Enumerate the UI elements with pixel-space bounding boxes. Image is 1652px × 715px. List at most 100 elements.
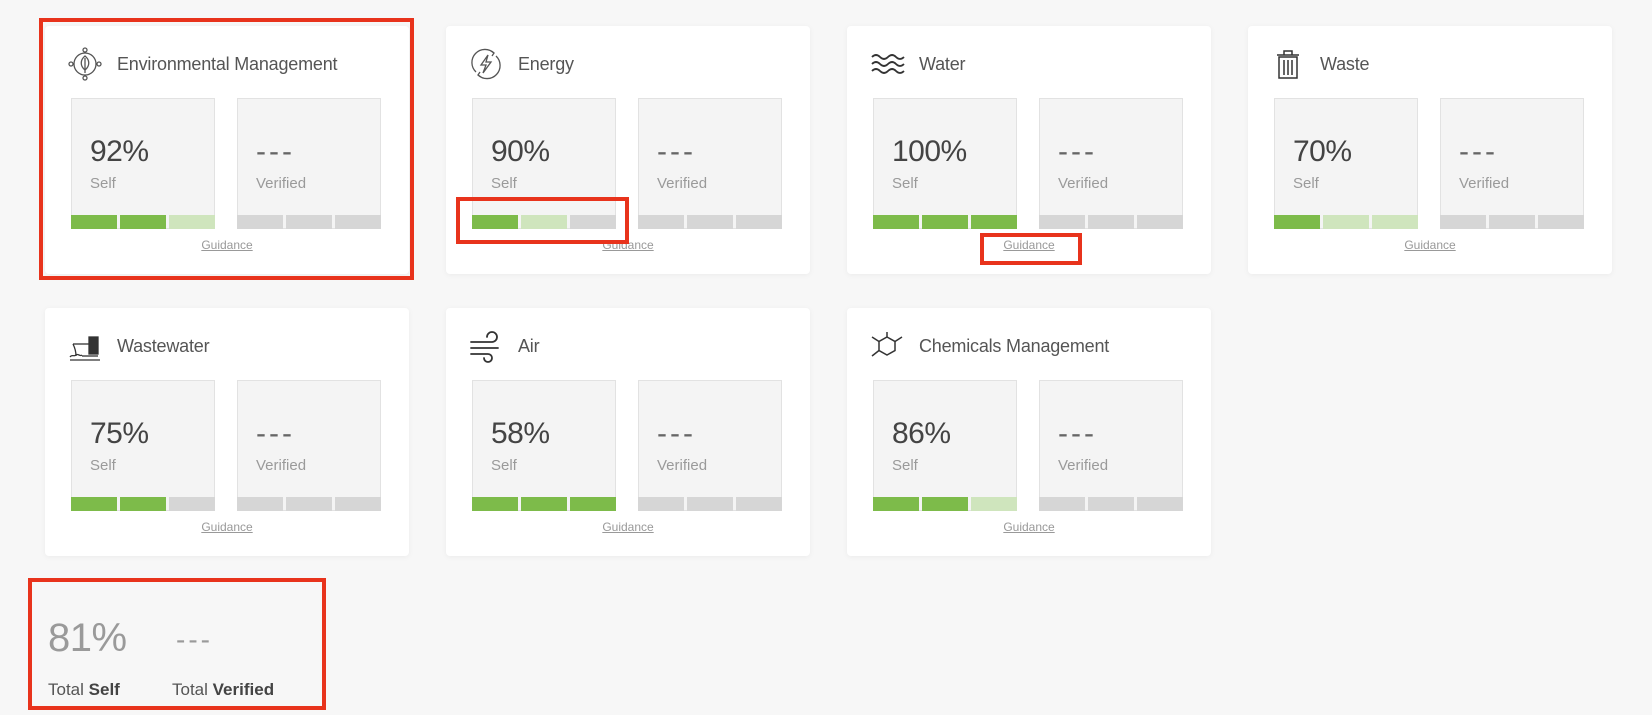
totals-summary: 81% --- Total Self Total Verified xyxy=(48,608,308,708)
verified-score-value: --- xyxy=(1058,417,1097,450)
card-title: Waste xyxy=(1320,53,1370,74)
module-card-environmental-management: Environmental Management 92% Self --- Ve… xyxy=(45,26,409,274)
verified-score-label: Verified xyxy=(657,457,708,474)
progress-segment-full xyxy=(71,497,117,511)
modules-dashboard: Environmental Management 92% Self --- Ve… xyxy=(0,0,1652,715)
progress-segment-full xyxy=(120,215,166,229)
air-icon xyxy=(466,326,506,366)
progress-segment-full xyxy=(971,215,1017,229)
guidance-link[interactable]: Guidance xyxy=(45,520,409,534)
progress-segment-empty xyxy=(1039,215,1085,229)
progress-segment-full xyxy=(922,497,968,511)
guidance-link[interactable]: Guidance xyxy=(446,238,810,252)
guidance-link[interactable]: Guidance xyxy=(45,238,409,252)
progress-segment-partial xyxy=(1372,215,1418,229)
total-self-value: 81% xyxy=(48,616,127,660)
card-title: Wastewater xyxy=(117,335,210,356)
verified-score-box: --- Verified xyxy=(638,98,782,229)
card-header: Air xyxy=(466,326,540,366)
verified-progress-segments xyxy=(638,497,782,511)
total-self-label: Total Self xyxy=(48,680,120,700)
card-header: Wastewater xyxy=(65,326,210,366)
self-score-value: 75% xyxy=(90,417,149,450)
verified-progress-segments xyxy=(638,215,782,229)
verified-score-label: Verified xyxy=(657,175,708,192)
progress-segment-empty xyxy=(1538,215,1584,229)
self-score-value: 90% xyxy=(491,135,550,168)
progress-segment-empty xyxy=(286,215,332,229)
verified-score-box: --- Verified xyxy=(237,98,381,229)
verified-score-box: --- Verified xyxy=(1039,98,1183,229)
self-score-label: Self xyxy=(90,175,116,192)
card-header: Water xyxy=(867,44,966,84)
verified-score-label: Verified xyxy=(1058,175,1109,192)
progress-segment-empty xyxy=(1088,497,1134,511)
verified-score-label: Verified xyxy=(1058,457,1109,474)
progress-segment-empty xyxy=(638,497,684,511)
self-score-box: 70% Self xyxy=(1274,98,1418,229)
card-header: Energy xyxy=(466,44,574,84)
progress-segment-partial xyxy=(169,215,215,229)
self-progress-segments xyxy=(71,497,215,511)
verified-score-label: Verified xyxy=(1459,175,1510,192)
progress-segment-empty xyxy=(237,497,283,511)
self-score-label: Self xyxy=(90,457,116,474)
self-score-label: Self xyxy=(491,175,517,192)
self-progress-segments xyxy=(71,215,215,229)
progress-segment-empty xyxy=(1088,215,1134,229)
verified-score-value: --- xyxy=(256,135,295,168)
self-score-box: 86% Self xyxy=(873,380,1017,511)
verified-score-box: --- Verified xyxy=(638,380,782,511)
guidance-link[interactable]: Guidance xyxy=(1248,238,1612,252)
waste-icon xyxy=(1268,44,1308,84)
progress-segment-empty xyxy=(1137,215,1183,229)
self-score-box: 90% Self xyxy=(472,98,616,229)
progress-segment-empty xyxy=(169,497,215,511)
progress-segment-partial xyxy=(1323,215,1369,229)
module-card-waste: Waste 70% Self --- Verified Guidance xyxy=(1248,26,1612,274)
self-progress-segments xyxy=(1274,215,1418,229)
energy-icon xyxy=(466,44,506,84)
card-header: Chemicals Management xyxy=(867,326,1109,366)
water-icon xyxy=(867,44,907,84)
progress-segment-empty xyxy=(1440,215,1486,229)
module-card-air: Air 58% Self --- Verified Guidance xyxy=(446,308,810,556)
verified-progress-segments xyxy=(1440,215,1584,229)
self-score-value: 92% xyxy=(90,135,149,168)
progress-segment-empty xyxy=(687,215,733,229)
progress-segment-full xyxy=(1274,215,1320,229)
progress-segment-full xyxy=(570,497,616,511)
module-card-chemicals-management: Chemicals Management 86% Self --- Verifi… xyxy=(847,308,1211,556)
self-progress-segments xyxy=(873,215,1017,229)
module-card-wastewater: Wastewater 75% Self --- Verified Guidanc… xyxy=(45,308,409,556)
self-score-label: Self xyxy=(892,457,918,474)
progress-segment-empty xyxy=(1137,497,1183,511)
progress-segment-empty xyxy=(736,497,782,511)
guidance-link[interactable]: Guidance xyxy=(847,238,1211,252)
verified-score-value: --- xyxy=(657,417,696,450)
verified-progress-segments xyxy=(237,215,381,229)
module-card-energy: Energy 90% Self --- Verified Guidance xyxy=(446,26,810,274)
self-score-box: 58% Self xyxy=(472,380,616,511)
card-title: Chemicals Management xyxy=(919,335,1110,356)
self-score-label: Self xyxy=(892,175,918,192)
progress-segment-empty xyxy=(237,215,283,229)
verified-score-value: --- xyxy=(1058,135,1097,168)
progress-segment-full xyxy=(71,215,117,229)
self-score-value: 58% xyxy=(491,417,550,450)
progress-segment-empty xyxy=(638,215,684,229)
progress-segment-full xyxy=(873,215,919,229)
progress-segment-full xyxy=(472,215,518,229)
progress-segment-partial xyxy=(971,497,1017,511)
progress-segment-partial xyxy=(521,215,567,229)
verified-score-box: --- Verified xyxy=(237,380,381,511)
progress-segment-empty xyxy=(736,215,782,229)
card-title: Air xyxy=(518,335,540,356)
total-verified-label-emphasis: Verified xyxy=(212,680,275,699)
verified-score-value: --- xyxy=(256,417,295,450)
total-self-label-prefix: Total xyxy=(48,680,84,699)
self-score-box: 92% Self xyxy=(71,98,215,229)
guidance-link[interactable]: Guidance xyxy=(446,520,810,534)
guidance-link[interactable]: Guidance xyxy=(847,520,1211,534)
verified-progress-segments xyxy=(237,497,381,511)
